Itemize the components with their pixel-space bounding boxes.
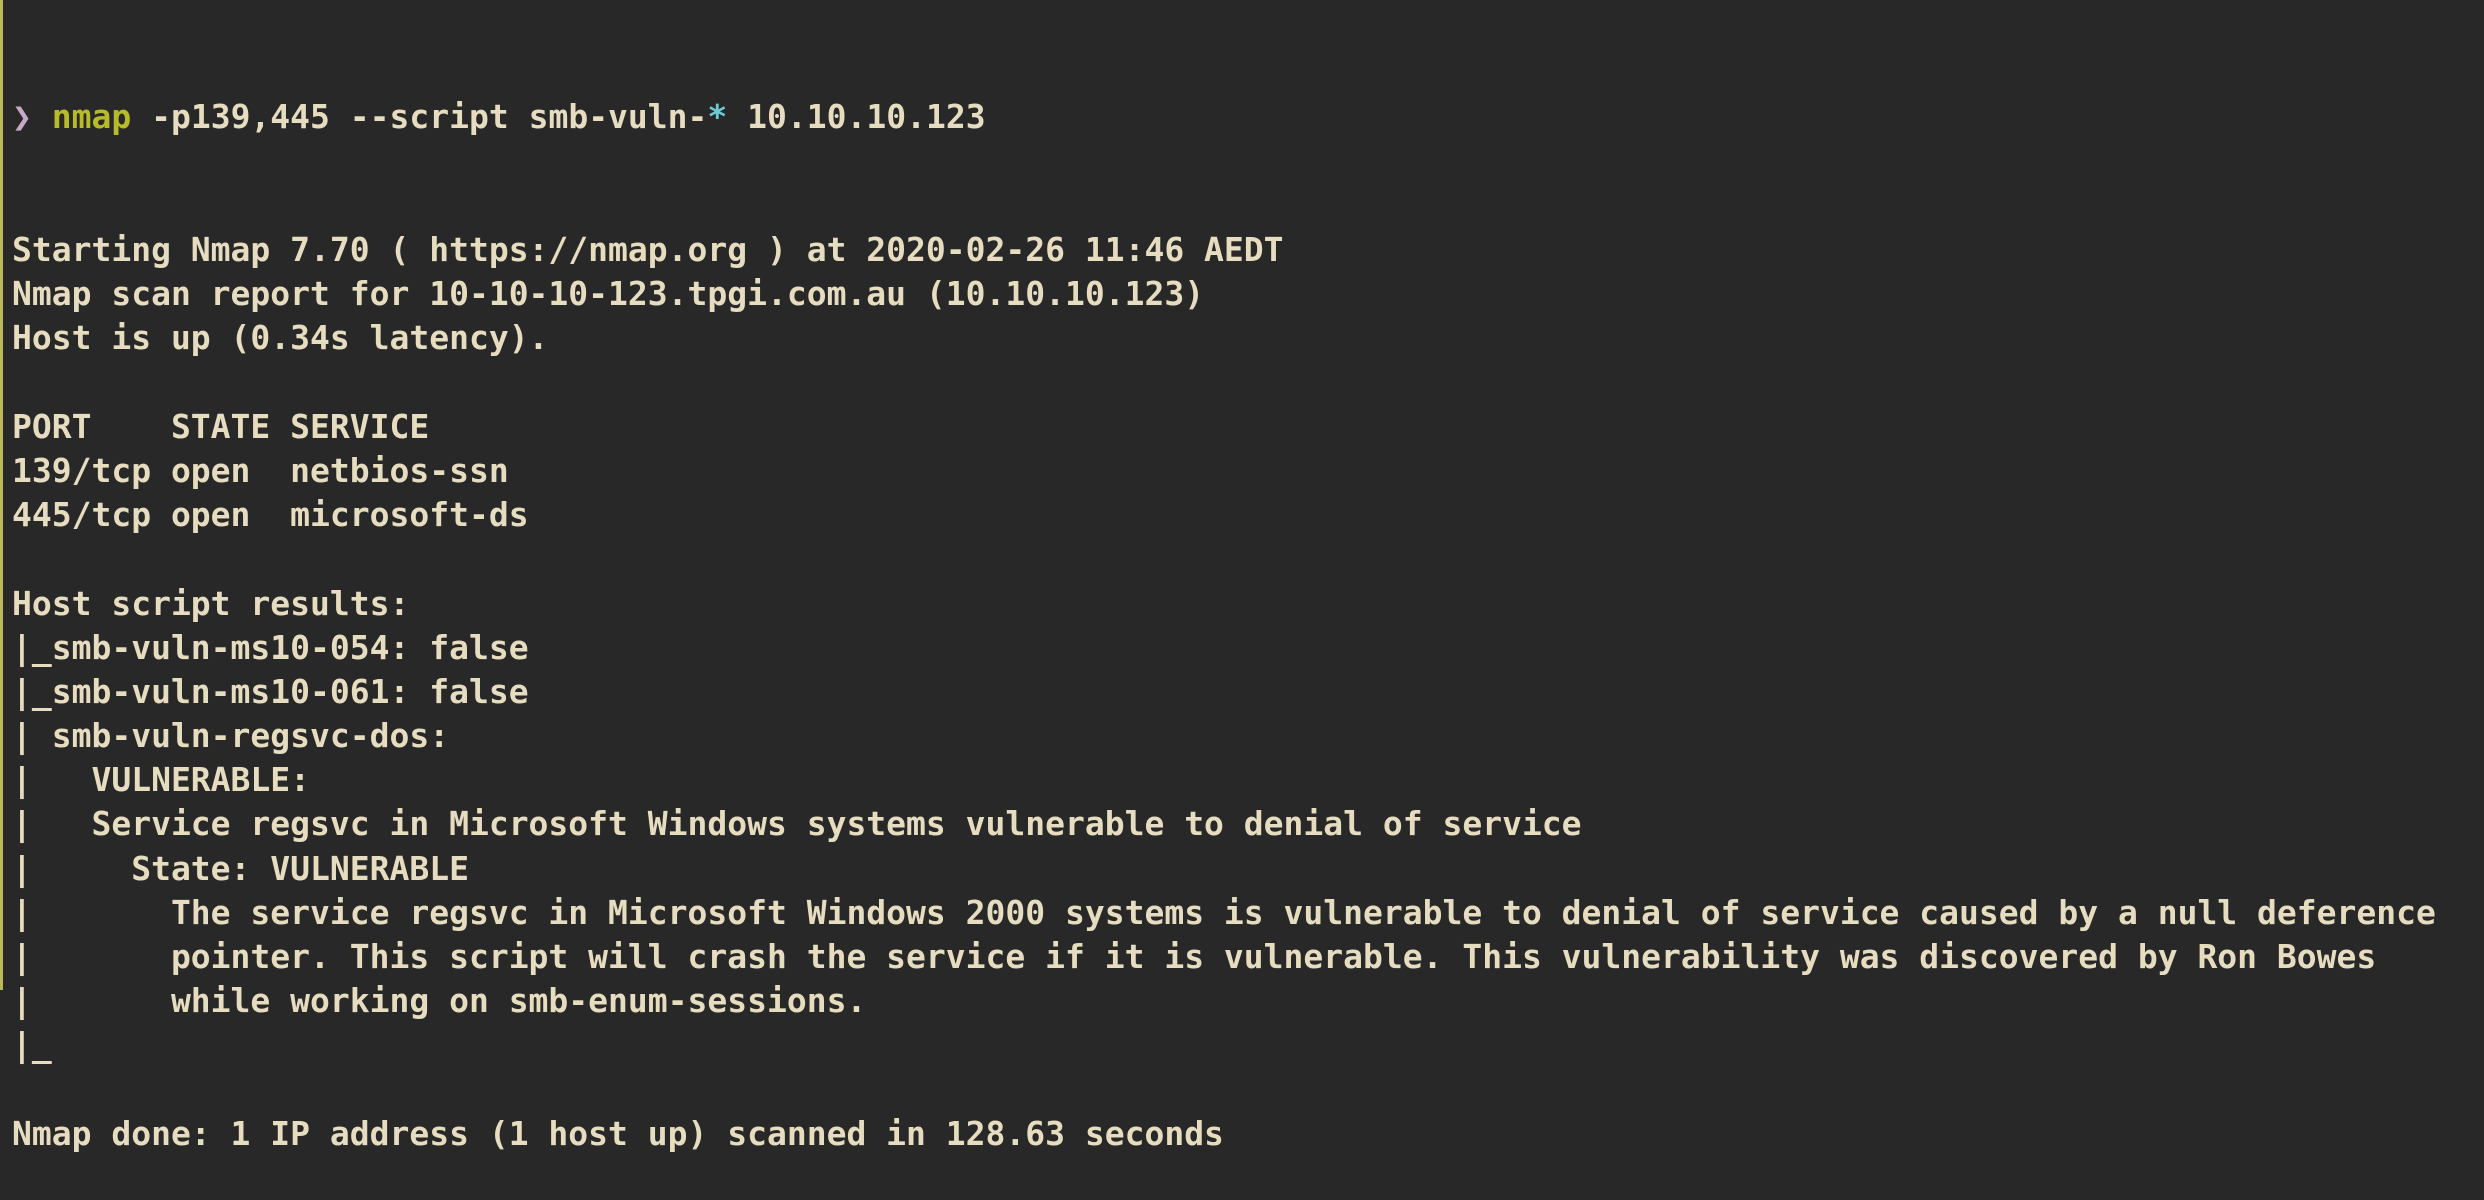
output-line: Nmap scan report for 10-10-10-123.tpgi.c… (12, 274, 1205, 314)
command-args: -p139,445 --script smb-vuln- (131, 97, 708, 137)
output-line: |_smb-vuln-ms10-061: false (12, 671, 529, 711)
command-target: 10.10.10.123 (727, 97, 986, 137)
prompt-icon: ❯ (12, 97, 32, 137)
output-line: |_smb-vuln-ms10-054: false (12, 627, 529, 667)
output-line: | VULNERABLE: (12, 760, 311, 800)
output-line: Host script results: (12, 583, 410, 623)
output-line: | while working on smb-enum-sessions. (12, 981, 867, 1021)
output-line: Host is up (0.34s latency). (12, 318, 549, 358)
output-line: | Service regsvc in Microsoft Windows sy… (12, 804, 1582, 844)
output-block: Starting Nmap 7.70 ( https://nmap.org ) … (12, 228, 2484, 1156)
command-line: ❯ nmap -p139,445 --script smb-vuln-* 10.… (12, 95, 2484, 139)
output-line: | smb-vuln-regsvc-dos: (12, 716, 450, 756)
output-line: Nmap done: 1 IP address (1 host up) scan… (12, 1113, 1224, 1153)
output-line: | State: VULNERABLE (12, 848, 469, 888)
output-line: |_ (12, 1025, 52, 1065)
command-name: nmap (51, 97, 132, 137)
command-glob: * (707, 97, 728, 137)
terminal-output[interactable]: ❯ nmap -p139,445 --script smb-vuln-* 10.… (12, 7, 2484, 1200)
output-line: PORT STATE SERVICE (12, 406, 430, 446)
window-edge (0, 0, 3, 990)
output-line: | The service regsvc in Microsoft Window… (12, 892, 2436, 932)
output-line: 445/tcp open microsoft-ds (12, 495, 529, 535)
output-line: Starting Nmap 7.70 ( https://nmap.org ) … (12, 230, 1284, 269)
output-line: 139/tcp open netbios-ssn (12, 450, 509, 490)
output-line: | pointer. This script will crash the se… (12, 937, 2377, 976)
